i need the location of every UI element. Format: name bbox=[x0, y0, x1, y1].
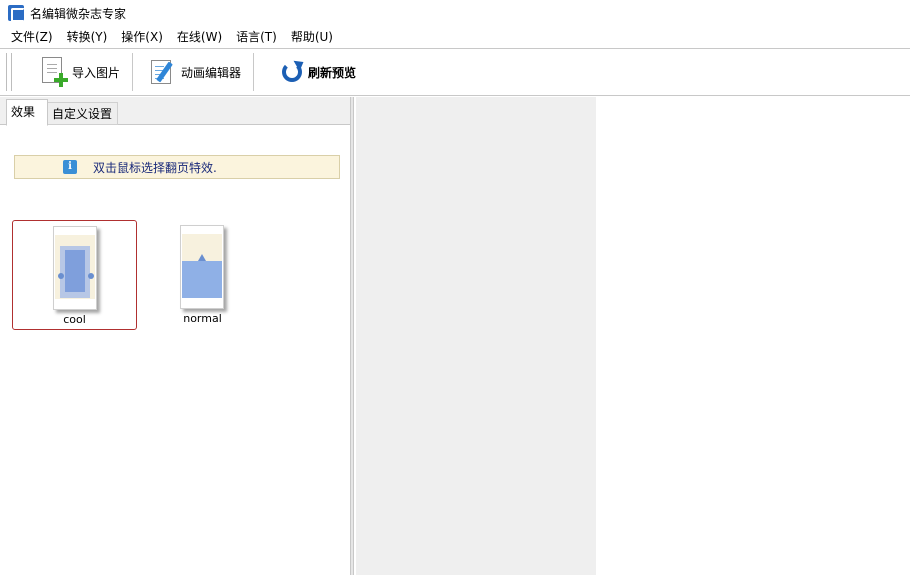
info-banner: i 双击鼠标选择翻页特效. bbox=[14, 155, 340, 179]
toolbar: 导入图片 动画编辑器 刷新预览 bbox=[0, 48, 910, 96]
tab-strip: 效果 自定义设置 bbox=[0, 97, 350, 126]
menu-operate[interactable]: 操作(X) bbox=[114, 26, 170, 48]
effect-item-normal[interactable]: normal bbox=[140, 220, 265, 330]
menu-language[interactable]: 语言(T) bbox=[229, 26, 284, 48]
animation-editor-icon bbox=[149, 57, 177, 87]
import-image-label: 导入图片 bbox=[72, 65, 121, 80]
info-text: 双击鼠标选择翻页特效. bbox=[93, 160, 217, 175]
normal-thumbnail bbox=[180, 225, 224, 309]
effect-item-cool[interactable]: cool bbox=[12, 220, 137, 330]
effect-label: cool bbox=[63, 313, 86, 326]
import-image-icon bbox=[40, 57, 68, 87]
animation-editor-label: 动画编辑器 bbox=[181, 65, 242, 80]
panel-splitter[interactable] bbox=[350, 97, 354, 575]
preview-pane[interactable] bbox=[356, 97, 596, 575]
canvas-pane[interactable] bbox=[596, 97, 910, 575]
refresh-icon bbox=[280, 56, 307, 84]
menu-online[interactable]: 在线(W) bbox=[170, 26, 229, 48]
info-icon: i bbox=[63, 160, 77, 174]
toolbar-grip[interactable] bbox=[6, 53, 12, 91]
title-bar: 名编辑微杂志专家 bbox=[0, 0, 910, 26]
refresh-preview-button[interactable]: 刷新预览 bbox=[254, 50, 368, 94]
effect-label: normal bbox=[183, 312, 222, 325]
tab-effects[interactable]: 效果 bbox=[6, 99, 48, 126]
import-image-button[interactable]: 导入图片 bbox=[28, 50, 132, 94]
tab-custom-settings[interactable]: 自定义设置 bbox=[48, 102, 118, 125]
window-title: 名编辑微杂志专家 bbox=[30, 6, 127, 21]
effects-panel: 效果 自定义设置 i 双击鼠标选择翻页特效. cool normal bbox=[0, 97, 350, 575]
cool-thumbnail bbox=[53, 226, 97, 310]
menu-bar: 文件(Z) 转换(Y) 操作(X) 在线(W) 语言(T) 帮助(U) bbox=[0, 26, 910, 48]
app-icon bbox=[8, 5, 25, 22]
refresh-preview-label: 刷新预览 bbox=[308, 65, 357, 80]
menu-file[interactable]: 文件(Z) bbox=[4, 26, 60, 48]
menu-help[interactable]: 帮助(U) bbox=[284, 26, 340, 48]
animation-editor-button[interactable]: 动画编辑器 bbox=[133, 50, 253, 94]
menu-convert[interactable]: 转换(Y) bbox=[60, 26, 115, 48]
